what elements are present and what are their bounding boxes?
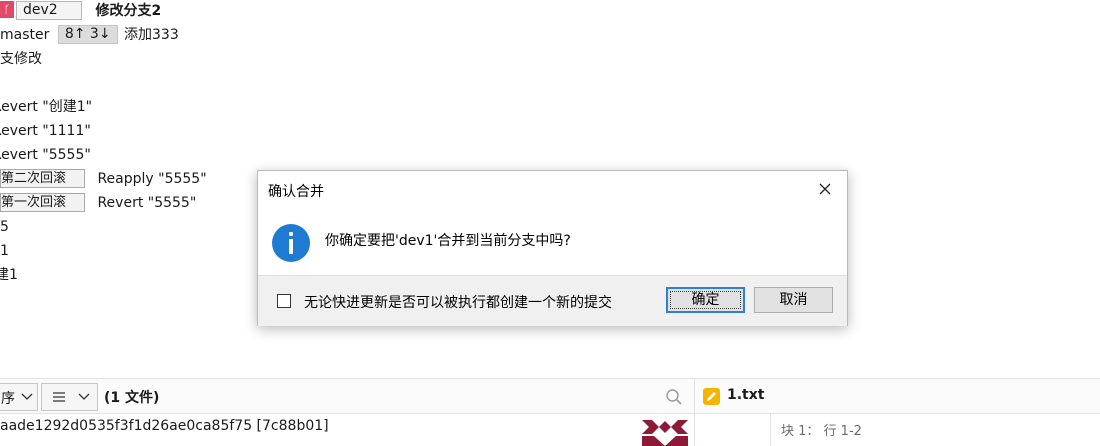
file-diff-header: 1.txt <box>694 378 1100 414</box>
commit-line[interactable]: Revert "1111" <box>0 121 100 141</box>
commit-message: 1 <box>0 243 9 259</box>
commit-message: Revert "创建1" <box>0 99 93 115</box>
ok-button[interactable]: 确定 <box>666 287 745 313</box>
branch-tag-master[interactable]: master <box>0 27 49 43</box>
commit-line[interactable]: 1 <box>0 241 20 261</box>
diff-block-info: 块 1： 行 1-2 <box>781 424 862 439</box>
avatar <box>640 417 690 446</box>
close-icon[interactable] <box>814 178 836 200</box>
commit-message: 修改分支2 <box>95 3 162 19</box>
file-count-label: (1 文件) <box>104 390 160 406</box>
search-icon[interactable] <box>665 388 683 406</box>
commit-message: Reapply "5555" <box>97 171 207 187</box>
dialog-body: 你确定要把'dev1'合并到当前分支中吗? <box>258 209 847 275</box>
commit-message: Revert "5555" <box>97 195 197 211</box>
create-merge-commit-checkbox[interactable] <box>277 294 291 308</box>
commit-hash: aade1292d0535f3f1d26ae0ca85f75 [7c88b01] <box>0 418 329 434</box>
commit-detail-row: aade1292d0535f3f1d26ae0ca85f75 [7c88b01] <box>0 414 694 446</box>
info-icon <box>272 224 310 262</box>
commit-line-master[interactable]: master 8↑ 3↓ 添加333 <box>0 25 179 45</box>
commit-line[interactable]: 分支修改 <box>0 49 80 69</box>
list-icon <box>53 392 65 402</box>
commit-line[interactable]: 建1 <box>0 265 20 285</box>
tag-first-rollback[interactable]: 第一次回滚 <box>0 193 85 212</box>
commit-line[interactable]: 5 <box>0 217 20 237</box>
chevron-down-icon <box>78 393 90 400</box>
file-modified-icon <box>703 388 720 405</box>
commit-message: 5 <box>0 219 9 235</box>
commit-message: 分支修改 <box>0 51 42 67</box>
commit-message: 添加333 <box>124 27 179 43</box>
commit-line-head[interactable]: ᚴ dev2 修改分支2 <box>0 1 161 21</box>
tag-second-rollback[interactable]: 第二次回滚 <box>0 169 85 188</box>
commit-message: Revert "5555" <box>0 147 91 163</box>
dialog-title: 确认合并 <box>268 184 324 200</box>
diff-panel: 块 1： 行 1-2 <box>694 414 1100 446</box>
commit-line-second-rollback[interactable]: 第二次回滚 Reapply "5555" <box>0 169 207 189</box>
dialog-message: 你确定要把'dev1'合并到当前分支中吗? <box>325 233 571 249</box>
confirm-merge-dialog: 确认合并 你确定要把'dev1'合并到当前分支中吗? 无论快进更新是否可以被执行… <box>257 170 848 326</box>
view-mode-dropdown[interactable] <box>41 383 98 411</box>
checkbox-label[interactable]: 无论快进更新是否可以被执行都创建一个新的提交 <box>304 292 612 312</box>
sort-dropdown[interactable]: 序 <box>0 383 38 411</box>
commit-message: 建1 <box>0 267 18 283</box>
file-list-toolbar: 序 (1 文件) <box>0 378 694 414</box>
branch-tag-dev2[interactable]: dev2 <box>16 1 82 20</box>
commit-line-first-rollback[interactable]: 第一次回滚 Revert "5555" <box>0 193 196 213</box>
line-number-gutter <box>695 414 771 446</box>
sort-label: 序 <box>1 391 15 407</box>
commit-line[interactable]: Revert "创建1" <box>0 97 100 117</box>
dialog-footer: 无论快进更新是否可以被执行都创建一个新的提交 确定 取消 <box>258 275 847 326</box>
commit-message: Revert "1111" <box>0 123 91 139</box>
cancel-button[interactable]: 取消 <box>754 287 833 313</box>
branch-icon: ᚴ <box>0 1 14 18</box>
file-name[interactable]: 1.txt <box>727 387 764 403</box>
commit-line[interactable]: Revert "5555" <box>0 145 100 165</box>
chevron-down-icon <box>21 393 33 400</box>
ahead-behind-badge: 8↑ 3↓ <box>57 25 118 44</box>
